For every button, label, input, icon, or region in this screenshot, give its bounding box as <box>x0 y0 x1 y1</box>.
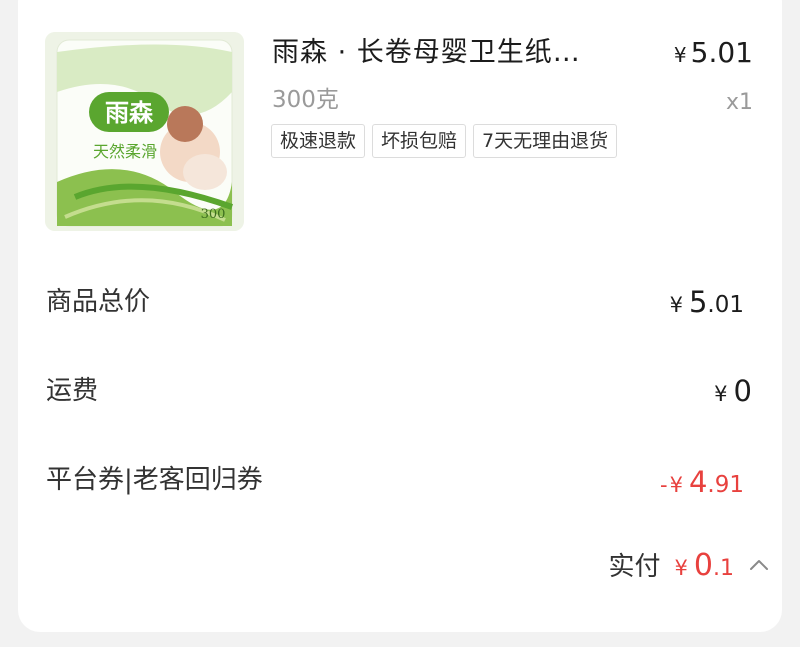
product-quantity: x1 <box>725 90 753 115</box>
product-price-value: 5.01 <box>690 36 753 69</box>
tag-damage-compensation: 坏损包赔 <box>372 124 467 158</box>
product-title[interactable]: 雨森 · 长卷母婴卫生纸… <box>272 30 642 69</box>
coupon-discount-value[interactable]: -¥ 4.91 <box>660 465 744 499</box>
service-tags: 极速退款 坏损包赔 7天无理由退货 <box>271 124 624 158</box>
goods-total-value: ¥5.01 <box>669 285 744 319</box>
svg-text:300: 300 <box>201 207 226 222</box>
shipping-label: 运费 <box>46 376 99 406</box>
actual-paid-label: 实付 <box>608 552 661 582</box>
toilet-paper-package-image: 雨森 天然柔滑 300 <box>45 32 244 231</box>
tag-fast-refund: 极速退款 <box>271 124 366 158</box>
product-price: ¥5.01 <box>674 36 753 69</box>
actual-paid-row[interactable]: 实付 ¥0.1 <box>609 546 770 583</box>
svg-text:天然柔滑: 天然柔滑 <box>93 142 157 161</box>
coupon-label[interactable]: 平台券|老客回归券 <box>46 459 263 496</box>
chevron-up-icon[interactable] <box>748 554 770 576</box>
actual-paid-value: ¥0.1 <box>674 548 734 583</box>
shipping-value: ¥0 <box>714 374 752 408</box>
tag-7-day-return: 7天无理由退货 <box>473 124 618 158</box>
currency-symbol: ¥ <box>673 43 687 67</box>
brand-logo-text: 雨森 <box>105 99 154 127</box>
product-image[interactable]: 雨森 天然柔滑 300 <box>45 32 244 231</box>
product-spec: 300克 <box>272 87 339 113</box>
goods-total-label: 商品总价 <box>46 287 151 317</box>
